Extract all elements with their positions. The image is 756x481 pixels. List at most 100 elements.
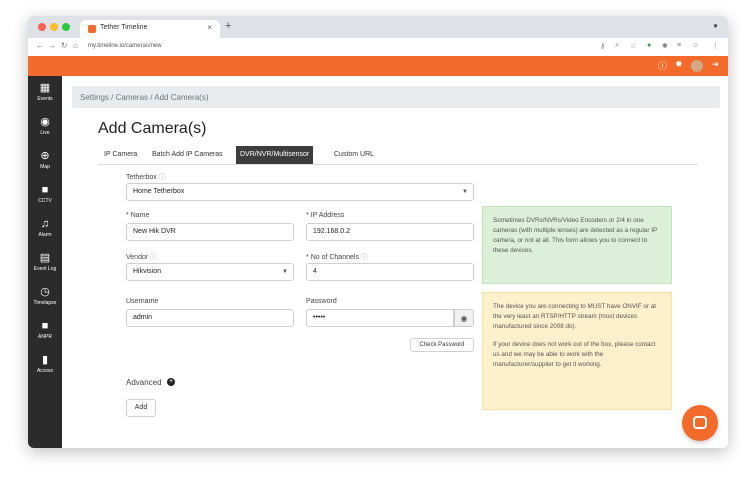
help-icon[interactable]: ⓘ — [658, 59, 667, 72]
logout-icon[interactable]: ⇥ — [711, 59, 719, 70]
favicon-icon — [88, 25, 96, 33]
advanced-toggle[interactable]: Advanced — [126, 378, 162, 387]
log-icon: ▤ — [39, 252, 51, 264]
back-icon[interactable]: ← — [36, 41, 44, 50]
name-label: * Name — [126, 212, 150, 219]
avatar[interactable] — [691, 60, 703, 72]
camera-type-tabs: IP Camera Batch Add IP Cameras DVR/NVR/M… — [98, 146, 698, 165]
tab-close-icon[interactable]: × — [207, 23, 212, 32]
forward-icon[interactable]: → — [48, 41, 56, 50]
info-icon: ⓘ — [158, 174, 166, 181]
new-tab-button[interactable]: + — [225, 20, 231, 32]
url-field[interactable]: my.timeline.io/cameras/new — [88, 43, 162, 49]
extension-icon[interactable]: ● — [647, 42, 651, 49]
globe-icon: ⊕ — [40, 150, 50, 162]
tetherbox-select[interactable]: Home Tetherbox ▼ — [126, 183, 474, 201]
live-icon: ◉ — [40, 116, 50, 128]
info-onvif-text: The device you are connecting to MUST ha… — [493, 303, 656, 330]
browser-tab[interactable]: Tether Timeline × — [80, 20, 220, 38]
gear-icon[interactable]: ✹ — [675, 59, 683, 70]
sidebar-item-live[interactable]: ◉ Live — [28, 116, 62, 144]
vendor-select[interactable]: Hikvision ▼ — [126, 263, 294, 281]
stopwatch-icon: ◷ — [40, 286, 50, 298]
username-label: Username — [126, 298, 159, 305]
chevron-down-icon: ▼ — [282, 269, 288, 275]
browser-window: Tether Timeline × + ● ← → ↻ ⌂ my.timelin… — [28, 16, 728, 448]
page-title: Add Camera(s) — [98, 120, 207, 137]
ip-address-label: * IP Address — [306, 212, 345, 219]
main-content: Settings / Cameras / Add Camera(s) Add C… — [62, 76, 728, 448]
info-support-text: If your device does not work out of the … — [493, 341, 656, 368]
browser-menu-icon[interactable]: ⋮ — [712, 42, 719, 50]
vendor-value: Hikvision — [133, 268, 162, 275]
profile-icon[interactable]: ☺ — [692, 42, 699, 49]
calendar-icon: ▦ — [39, 82, 51, 94]
sidebar-item-timelapse[interactable]: ◷ Timelapse — [28, 286, 62, 314]
sidebar-item-map[interactable]: ⊕ Map — [28, 150, 62, 178]
tab-title: Tether Timeline — [100, 24, 148, 31]
tab-custom-url[interactable]: Custom URL — [330, 146, 378, 164]
chevron-down-icon: ▼ — [462, 189, 468, 195]
check-password-button[interactable]: Check Password — [410, 338, 474, 352]
username-input[interactable]: admin — [126, 309, 294, 327]
add-button[interactable]: Add — [126, 399, 156, 417]
close-window-button[interactable] — [38, 23, 46, 31]
chat-launcher-button[interactable] — [682, 405, 718, 441]
sidebar-item-anpr[interactable]: ■ ANPR — [28, 320, 62, 348]
breadcrumb-text[interactable]: Settings / Cameras / Add Camera(s) — [80, 93, 209, 102]
tab-ip-camera[interactable]: IP Camera — [100, 146, 141, 164]
star-icon[interactable]: ☆ — [630, 42, 636, 50]
sidebar-item-label: Access — [36, 368, 54, 374]
sidebar-item-label: CCTV — [38, 198, 52, 204]
info-icon: ⓘ — [150, 254, 158, 261]
tetherbox-label: Tetherbox ⓘ — [126, 174, 166, 181]
tab-dvr-nvr[interactable]: DVR/NVR/Multisensor — [236, 146, 314, 164]
playlist-icon[interactable]: ≡ — [677, 42, 681, 49]
key-icon[interactable]: ⚷ — [600, 42, 605, 50]
plus-icon[interactable]: + — [167, 378, 175, 386]
tetherbox-value: Home Tetherbox — [133, 188, 185, 195]
breadcrumb: Settings / Cameras / Add Camera(s) — [72, 86, 720, 108]
info-panel-requirements: The device you are connecting to MUST ha… — [482, 292, 672, 410]
sidebar-item-label: Events — [37, 96, 53, 102]
sidebar-item-label: ANPR — [38, 334, 52, 340]
eye-icon[interactable]: ◉ — [454, 309, 474, 327]
app-header: ⓘ ✹ ⇥ — [28, 56, 728, 76]
sidebar: ▦ Events ◉ Live ⊕ Map ■ CCTV ♫ Alarm ▤ E… — [28, 76, 62, 448]
window-menu-icon[interactable]: ● — [713, 21, 718, 30]
puzzle-icon[interactable]: ✱ — [662, 42, 668, 50]
minimize-window-button[interactable] — [50, 23, 58, 31]
address-bar: ← → ↻ ⌂ my.timeline.io/cameras/new ⚷ ⌕ ☆… — [28, 38, 728, 57]
sidebar-item-label: Map — [40, 164, 50, 170]
sidebar-item-access[interactable]: ▮ Access — [28, 354, 62, 382]
ip-address-input[interactable]: 192.168.0.2 — [306, 223, 474, 241]
sidebar-item-event-log[interactable]: ▤ Event Log — [28, 252, 62, 280]
sidebar-item-label: Timelapse — [33, 300, 57, 306]
info-detection-text: Sometimes DVRs/NVRs/Video Encoders or 2/… — [493, 217, 658, 254]
password-label: Password — [306, 298, 337, 305]
sidebar-item-events[interactable]: ▦ Events — [28, 82, 62, 110]
info-icon: ⓘ — [360, 254, 368, 261]
channels-label: * No of Channels ⓘ — [306, 254, 368, 261]
password-input[interactable]: ••••• — [306, 309, 454, 327]
info-panel-detection: Sometimes DVRs/NVRs/Video Encoders or 2/… — [482, 206, 672, 284]
sidebar-item-label: Event Log — [33, 266, 57, 272]
chat-bubble-icon — [693, 416, 707, 429]
maximize-window-button[interactable] — [62, 23, 70, 31]
door-icon: ▮ — [41, 354, 49, 366]
tab-batch-add[interactable]: Batch Add IP Cameras — [148, 146, 227, 164]
sidebar-item-label: Live — [40, 130, 50, 136]
zoom-icon[interactable]: ⌕ — [615, 42, 619, 50]
name-input[interactable]: New Hik DVR — [126, 223, 294, 241]
browser-titlebar: Tether Timeline × + ● — [28, 16, 728, 38]
vendor-label: Vendor ⓘ — [126, 254, 158, 261]
anpr-icon: ■ — [41, 320, 49, 332]
camera-icon: ■ — [41, 184, 49, 196]
sidebar-item-alarm[interactable]: ♫ Alarm — [28, 218, 62, 246]
reload-icon[interactable]: ↻ — [61, 41, 68, 50]
sidebar-item-cctv[interactable]: ■ CCTV — [28, 184, 62, 212]
home-icon[interactable]: ⌂ — [73, 41, 78, 50]
bell-icon: ♫ — [40, 218, 50, 230]
channels-input[interactable]: 4 — [306, 263, 474, 281]
sidebar-item-label: Alarm — [38, 232, 52, 238]
